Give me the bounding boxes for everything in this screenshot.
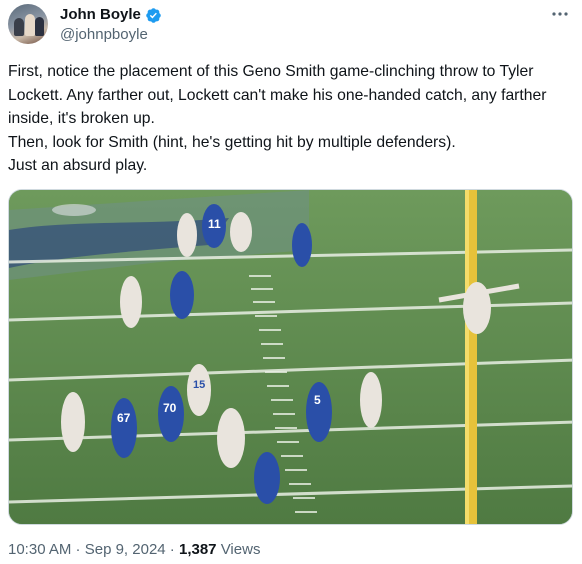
author-name[interactable]: John Boyle bbox=[60, 5, 141, 25]
jersey-number: 5 bbox=[314, 393, 321, 407]
author-name-row[interactable]: John Boyle bbox=[60, 5, 162, 25]
tweet-header: John Boyle @johnpboyle bbox=[8, 4, 574, 44]
jersey-number: 15 bbox=[193, 379, 205, 391]
football-play-photo: 11 67 70 15 5 bbox=[9, 190, 572, 524]
more-dots-icon[interactable] bbox=[550, 4, 570, 24]
views-count: 1,387 bbox=[178, 541, 217, 558]
media-image[interactable]: 11 67 70 15 5 bbox=[8, 189, 573, 525]
tweet-text: First, notice the placement of this Geno… bbox=[8, 63, 547, 174]
views-label: Views bbox=[216, 541, 261, 558]
tweet-meta: 10:30 AM · Sep 9, 2024 · 1,387 Views bbox=[8, 541, 261, 558]
verified-badge-icon bbox=[146, 7, 161, 23]
tweet-time[interactable]: 10:30 AM bbox=[8, 541, 71, 558]
avatar[interactable] bbox=[8, 4, 48, 44]
author-handle[interactable]: @johnpboyle bbox=[60, 25, 148, 45]
jersey-number: 11 bbox=[208, 217, 221, 231]
tweet-date[interactable]: Sep 9, 2024 bbox=[85, 541, 166, 558]
jersey-number: 67 bbox=[117, 411, 131, 425]
jersey-number: 70 bbox=[163, 401, 177, 415]
